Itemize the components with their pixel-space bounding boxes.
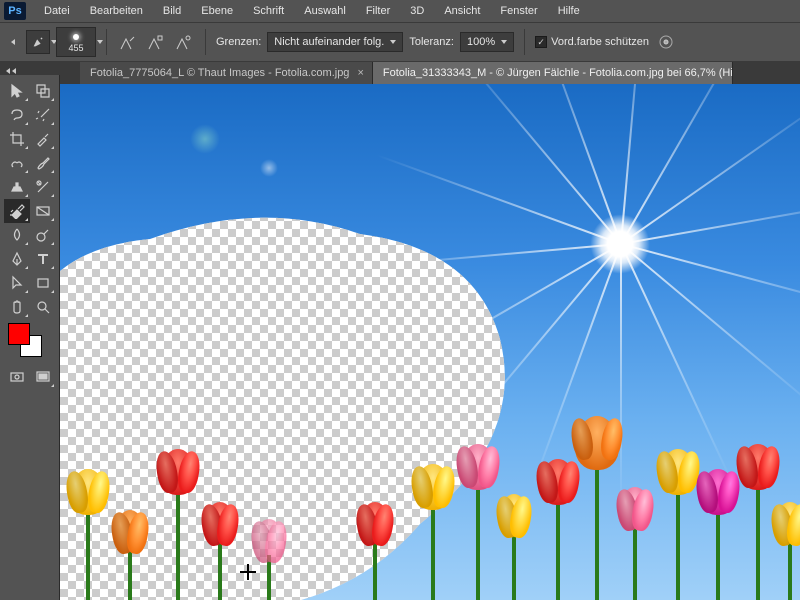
document-tab-label: Fotolia_31333343_M - © Jürgen Fälchle - … — [383, 67, 733, 79]
zoom-tool[interactable] — [30, 295, 56, 319]
rectangle-tool[interactable] — [30, 271, 56, 295]
sampling-once-icon[interactable] — [145, 31, 167, 53]
main-menu-bar: Ps Datei Bearbeiten Bild Ebene Schrift A… — [0, 0, 800, 22]
gradient-tool[interactable] — [30, 199, 56, 223]
background-eraser-tool[interactable] — [4, 199, 30, 223]
quick-mask-tool[interactable] — [4, 365, 30, 389]
dodge-tool[interactable] — [30, 223, 56, 247]
limits-dropdown[interactable]: Nicht aufeinander folg. — [267, 32, 403, 52]
tolerance-dropdown[interactable]: 100% — [460, 32, 514, 52]
canvas-area[interactable] — [60, 84, 800, 600]
document-tab-label: Fotolia_7775064_L © Thaut Images - Fotol… — [90, 67, 349, 79]
clone-stamp-tool[interactable] — [4, 175, 30, 199]
path-selection-tool[interactable] — [4, 271, 30, 295]
menu-layer[interactable]: Ebene — [191, 3, 243, 19]
hand-tool[interactable] — [4, 295, 30, 319]
document-tab-2[interactable]: Fotolia_31333343_M - © Jürgen Fälchle - … — [373, 62, 733, 84]
brush-picker[interactable]: 455 — [56, 27, 96, 57]
sun-graphic — [590, 214, 650, 274]
document-tabs: Fotolia_7775064_L © Thaut Images - Fotol… — [0, 62, 800, 84]
protect-foreground-label: Vord.farbe schützen — [551, 36, 649, 48]
tulips-graphic — [60, 400, 800, 600]
foreground-color-swatch[interactable] — [8, 323, 30, 345]
blur-tool[interactable] — [4, 223, 30, 247]
limits-label: Grenzen: — [216, 36, 261, 48]
limits-value: Nicht aufeinander folg. — [274, 36, 384, 48]
document-tab-1[interactable]: Fotolia_7775064_L © Thaut Images - Fotol… — [80, 62, 373, 84]
document-canvas[interactable] — [60, 84, 800, 600]
healing-brush-tool[interactable] — [4, 151, 30, 175]
screen-mode-tool[interactable] — [30, 365, 56, 389]
eraser-cursor-icon — [240, 564, 256, 580]
close-icon[interactable]: × — [357, 67, 363, 79]
menu-help[interactable]: Hilfe — [548, 3, 590, 19]
menu-file[interactable]: Datei — [34, 3, 80, 19]
type-tool[interactable] — [30, 247, 56, 271]
eyedropper-tool[interactable] — [30, 127, 56, 151]
menu-select[interactable]: Auswahl — [294, 3, 356, 19]
tool-panel — [0, 75, 60, 600]
crop-tool[interactable] — [4, 127, 30, 151]
lasso-tool[interactable] — [4, 103, 30, 127]
history-brush-tool[interactable] — [30, 175, 56, 199]
pen-tool[interactable] — [4, 247, 30, 271]
options-bar: 455 Grenzen: Nicht aufeinander folg. Tol… — [0, 22, 800, 62]
brush-size-value: 455 — [68, 43, 83, 53]
brush-tool[interactable] — [30, 151, 56, 175]
tool-preset-picker[interactable] — [26, 30, 50, 54]
tablet-pressure-icon[interactable] — [655, 31, 677, 53]
move-tool[interactable] — [4, 79, 30, 103]
menu-image[interactable]: Bild — [153, 3, 191, 19]
menu-type[interactable]: Schrift — [243, 3, 294, 19]
lens-flare-icon — [190, 124, 220, 154]
tolerance-value: 100% — [467, 36, 495, 48]
expand-options-icon[interactable] — [6, 37, 20, 47]
menu-edit[interactable]: Bearbeiten — [80, 3, 153, 19]
checkbox-checked-icon: ✓ — [535, 36, 547, 48]
artboard-tool[interactable] — [30, 79, 56, 103]
menu-3d[interactable]: 3D — [400, 3, 434, 19]
menu-filter[interactable]: Filter — [356, 3, 400, 19]
magic-wand-tool[interactable] — [30, 103, 56, 127]
lens-flare-icon — [260, 159, 278, 177]
tolerance-label: Toleranz: — [409, 36, 454, 48]
sampling-swatch-icon[interactable] — [173, 31, 195, 53]
color-swatches[interactable] — [0, 319, 59, 365]
menu-view[interactable]: Ansicht — [434, 3, 490, 19]
app-logo: Ps — [4, 2, 26, 20]
menu-window[interactable]: Fenster — [490, 3, 547, 19]
sampling-continuous-icon[interactable] — [117, 31, 139, 53]
protect-foreground-checkbox[interactable]: ✓ Vord.farbe schützen — [535, 36, 649, 48]
